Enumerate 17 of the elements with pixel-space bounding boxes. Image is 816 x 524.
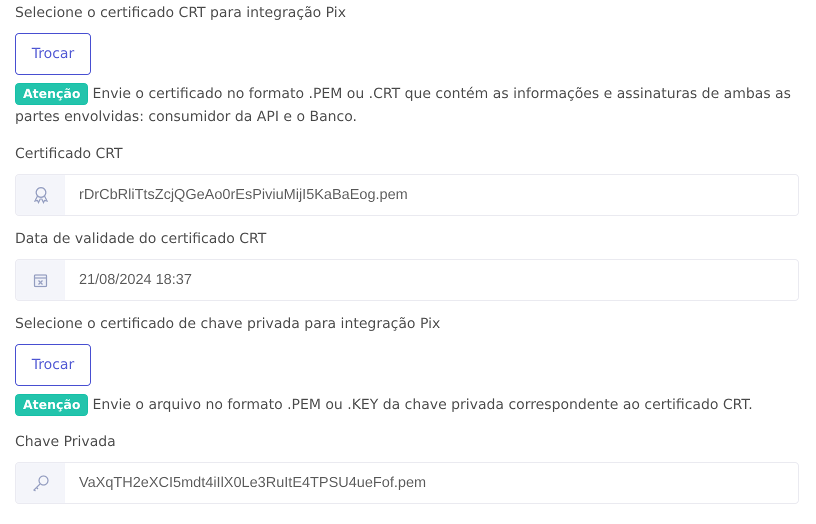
field-label: Data de validade do certificado CRT xyxy=(15,230,268,249)
award-icon xyxy=(32,186,48,204)
read-only-field[interactable]: rDrCbRliTtsZcjQGeAo0rEsPiviuMijI5KaBaEog.pem xyxy=(15,174,799,216)
notice-text: Atenção Envie o arquivo no formato .PEM ou .KEY da chave privada correspondente ao certificado CRT. xyxy=(15,394,799,417)
section-label: Selecione o certificado CRT para integração Pix xyxy=(15,4,347,23)
field-label: Certificado CRT xyxy=(15,145,124,164)
warning-badge: Atenção xyxy=(15,83,88,105)
notice-text: Atenção Envie o certificado no formato .PEM ou .CRT que contém as informações e assinaturas de ambas as partes envolvidas: consumidor da API e o Banco. xyxy=(15,83,799,129)
change-button[interactable]: Trocar xyxy=(15,344,91,386)
read-only-field[interactable]: VaXqTH2eXCI5mdt4iIlX0Le3RuItE4TPSU4ueFof.pem xyxy=(15,462,799,504)
field-label: Chave Privada xyxy=(15,433,117,452)
change-button[interactable]: Trocar xyxy=(15,33,91,75)
section-label: Selecione o certificado de chave privada para integração Pix xyxy=(15,315,442,334)
calendar-icon xyxy=(33,272,48,288)
warning-badge: Atenção xyxy=(15,394,88,416)
key-icon xyxy=(32,474,50,492)
read-only-field[interactable]: 21/08/2024 18:37 xyxy=(15,259,799,301)
